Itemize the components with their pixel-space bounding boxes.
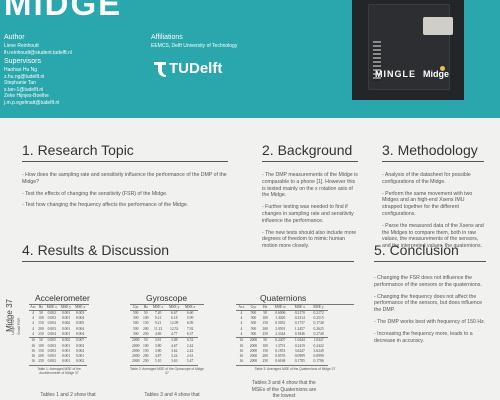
paragraph: - Test how changing the frequency affect… [22, 202, 189, 209]
table-cell: 3.63 [166, 359, 183, 366]
paragraph: - Changing the frequency does not affect… [374, 293, 483, 314]
tudelft-flame-icon [154, 62, 166, 77]
table-title: Gyroscope [130, 294, 204, 305]
table-body: 4 50 0.002 0.001 0.003 4 100 0.003 0.001 0.004 4 15… [29, 310, 87, 366]
table-cell: 0.1786 [309, 359, 328, 366]
table-cell: 16 [236, 359, 247, 366]
table-row: 2000 250 5.10 3.63 5.47 [130, 359, 198, 366]
section-divider [382, 161, 484, 162]
results-section: 4. Results & Discussion [22, 242, 354, 262]
table-title: Accelerometer [29, 294, 90, 305]
table-cell: 250 [260, 359, 271, 366]
paragraph: - Test the effects of changing the sensi… [22, 190, 168, 197]
author-email: lh.reinhoudt@student.tudelft.nl [4, 49, 72, 56]
logo-text: TUDelft [169, 60, 223, 77]
author-label: Author [4, 34, 25, 41]
tudelft-logo: TUDelft [151, 58, 222, 80]
supervisor-line: j.m.p.egelmatt@tudelft.nl [4, 99, 60, 106]
affiliation-line: EEMCS, Delft University of Technology [151, 43, 238, 49]
column-header: MSE y [58, 304, 74, 311]
paragraph: - The DMP measurements of the Midge is c… [262, 172, 358, 199]
section-body: - How does the sampling rate and sensiti… [22, 172, 228, 209]
tables-1-2-note: Tables 1 and 2 show that [40, 392, 96, 398]
paragraph: - Increasing the frequency more, leads t… [374, 330, 473, 344]
accelerometer-table: Acc Hz MSE x MSE y MSE z 4 50 0.002 0.001 0.003 4… [29, 304, 87, 366]
affiliations-block: Affiliations EEMCS, Delft University of … [151, 33, 237, 50]
research-topic-section: 1. Research Topic - How does the samplin… [22, 142, 228, 214]
section-title: 1. Research Topic [22, 142, 134, 158]
section-divider [262, 161, 358, 162]
paragraph: - The DMP works best with frequency of 1… [374, 318, 486, 325]
supervisors-block: Supervisors Haohao Hu Ng z.hu.ng@tudelft… [4, 57, 59, 106]
table-body: 500 50 7.20 6.67 6.60 500 100 9.21 6.18 5.99 500 15… [130, 310, 198, 366]
paragraph: - Further testing was needed to find if … [262, 204, 354, 224]
section-title: 5. Conclusion [374, 242, 459, 258]
affiliations-label: Affiliations [151, 34, 183, 41]
table-cell: 150 [38, 321, 44, 326]
section-title: 4. Results & Discussion [22, 242, 170, 258]
table-cell: 0.6168 [270, 359, 291, 366]
table-cell: 0.1785 [290, 359, 310, 366]
supervisors-label: Supervisors [4, 58, 41, 65]
section-body: - Analysis of the datasheet for possible… [382, 172, 484, 250]
paragraph: - Analysis of the datasheet for possible… [382, 172, 471, 185]
table-cell: 0.002 [44, 359, 59, 366]
quaternions-table: Acc Gyr Hz MSE w MSE x MSE y 4 500 50 0.6006 0.21… [236, 304, 328, 366]
table-cell: 0.001 [58, 359, 74, 366]
gyroscope-table: Gyr Hz MSE x MSE y MSE z 500 50 7.20 6.67 6.60 50… [130, 304, 198, 366]
circuit-board: MINGLE Midge [368, 4, 453, 90]
poster-title: MIDGE [4, 0, 123, 22]
section-body: - The DMP measurements of the Midge is c… [262, 172, 358, 250]
status-led [440, 66, 445, 71]
midge-device-photo: MINGLE Midge [352, 0, 464, 100]
paragraph: - Changing the FSR does not influence th… [374, 275, 482, 288]
poster-header: MIDGE Author Lieve Reinhoutt lh.reinhoud… [0, 0, 500, 118]
table-cell: 250 [38, 331, 44, 336]
table-cell: 5.47 [182, 359, 198, 366]
paragraph: - How does the sampling rate and sensiti… [22, 172, 227, 185]
tables-3-4-note: Tables 3 and 4 show that [144, 392, 200, 398]
paragraph: - Perform the same movement with two Mid… [382, 190, 473, 217]
table-caption: Table 2: Averaged MSE of the Gyroscope o… [130, 366, 204, 375]
quaternion-note: Tables 3 and 4 show that the MSEs of the… [251, 380, 317, 399]
methodology-section: 3. Methodology - Analysis of the datashe… [382, 142, 484, 255]
section-divider [374, 261, 486, 262]
column-header: MSE z [73, 304, 87, 311]
table-cell: 0.002 [73, 359, 87, 366]
gyroscope-table-block: Gyroscope Gyr Hz MSE x MSE y MSE z 500 50 7.20… [130, 294, 204, 375]
author-block: Author Lieve Reinhoutt lh.reinhoudt@stud… [4, 33, 72, 56]
section-title: 2. Background [262, 142, 353, 158]
accelerometer-table-block: Accelerometer Acc Hz MSE x MSE y MSE z 4 50 0.… [29, 294, 90, 375]
table-row: 16 2000 250 0.6168 0.1785 0.1786 [236, 359, 328, 366]
table-cell: 2000 [246, 359, 261, 366]
column-header: MSE x [44, 304, 59, 311]
device-sticker [423, 17, 453, 35]
table-cell: 250 [141, 359, 151, 366]
table-title: Quaternions [236, 294, 354, 305]
background-section: 2. Background - The DMP measurements of … [262, 142, 358, 255]
section-divider [22, 261, 354, 262]
photo-brand-2: Midge [423, 69, 449, 79]
section-divider [22, 161, 228, 162]
table-cell: 2000 [130, 359, 142, 366]
conclusion-section: 5. Conclusion - Changing the FSR does no… [374, 242, 486, 349]
table-body: 4 500 50 0.6006 0.2170 0.2172 4 500 100 1.3020 0.2… [236, 310, 328, 366]
large-fsr-label: Large FSR [11, 318, 15, 335]
table-caption: Table 1: Averaged MSE of the Acceleromet… [37, 366, 81, 375]
section-title: 3. Methodology [382, 142, 478, 158]
table-cell: 5.10 [150, 359, 167, 366]
table-cell: 250 [37, 359, 45, 366]
quaternions-table-block: Quaternions Acc Gyr Hz MSE w MSE x MSE y 4 500… [236, 294, 354, 371]
table-row: 16 250 0.002 0.001 0.002 [29, 359, 87, 366]
small-fsr-label: Small FSR [17, 318, 21, 335]
photo-brand: MINGLE [375, 69, 416, 79]
table-row: 16 2000 50 0.2407 1.0444 1.0447 [236, 337, 328, 344]
table-caption: Table 3: Averaged MSE of the Quaternions… [254, 366, 336, 371]
column-header: Acc [29, 304, 38, 311]
midge-side-label: Midge 37 [6, 299, 16, 379]
table-cell: 16 [29, 359, 38, 366]
section-body: - Changing the FSR does not influence th… [374, 275, 486, 344]
